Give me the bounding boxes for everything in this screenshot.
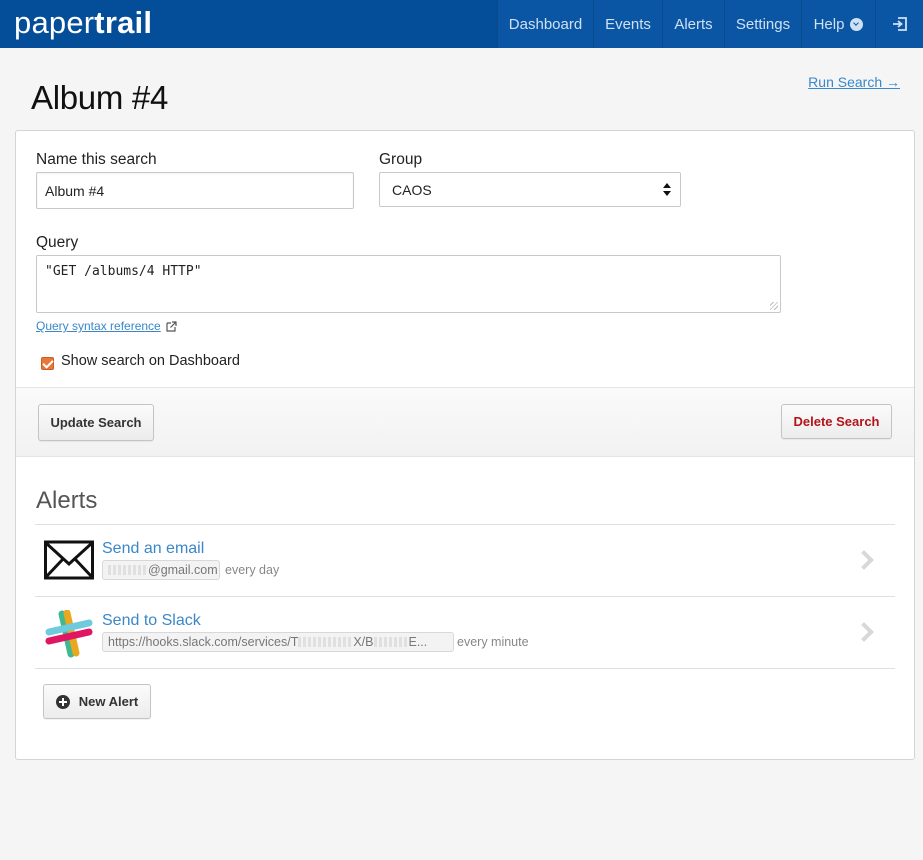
alert-email-frequency: every day [225,563,280,577]
alerts-heading: Alerts [36,487,98,514]
redacted-text [298,637,354,647]
nav-settings[interactable]: Settings [724,0,801,48]
search-name-input[interactable]: Album #4 [36,172,354,209]
logo-text-regular: paper [14,5,95,40]
nav-settings-label: Settings [735,15,791,33]
nav-events[interactable]: Events [593,0,662,48]
select-arrows-icon [662,183,672,197]
update-search-label: Update Search [50,415,142,430]
envelope-icon [44,540,94,580]
nav-alerts-label: Alerts [674,15,713,33]
slack-icon [45,610,93,658]
nav-events-label: Events [605,15,651,33]
sign-out-icon [892,17,907,31]
name-label: Name this search [36,151,157,168]
top-navbar: papertrail Dashboard Events Alerts Setti… [0,0,923,48]
query-label: Query [36,234,79,251]
nav-help[interactable]: Help [801,0,875,48]
alert-slack-title[interactable]: Send to Slack [102,612,201,630]
slack-url-suffix: E... [408,635,428,649]
nav-alerts[interactable]: Alerts [662,0,724,48]
plus-circle-icon [55,694,70,709]
form-actions-bar: Update Search Delete Search [16,387,914,457]
query-textarea[interactable]: "GET /albums/4 HTTP" [36,255,781,313]
nav-help-label: Help [813,15,845,33]
group-select-value: CAOS [392,182,432,198]
chevron-right-icon [854,550,874,570]
query-value: "GET /albums/4 HTTP" [45,264,202,279]
alert-row-email[interactable]: Send an email @gmail.com every day [35,525,895,596]
run-search-link[interactable]: Run Search → [808,74,900,90]
redacted-text [373,637,409,647]
new-alert-label: New Alert [78,694,139,709]
chevron-down-icon [850,17,864,31]
new-alert-button[interactable]: New Alert [43,684,151,719]
delete-search-button[interactable]: Delete Search [781,404,892,439]
papertrail-logo[interactable]: papertrail [14,5,152,41]
nav-dashboard[interactable]: Dashboard [497,0,593,48]
logout-button[interactable] [875,0,923,48]
slack-url-mid: X/B [353,635,374,649]
page-title: Album #4 [31,79,169,116]
search-name-value: Album #4 [45,183,105,199]
alert-email-domain: @gmail.com [148,563,218,577]
slack-url-prefix: https://hooks.slack.com/services/T [108,635,299,649]
chevron-right-icon [854,622,874,642]
nav-dashboard-label: Dashboard [508,15,583,33]
divider [35,668,895,669]
alert-email-target: @gmail.com [102,560,220,580]
redacted-text [108,565,148,575]
group-select[interactable]: CAOS [379,172,681,207]
show-on-dashboard-checkbox[interactable] [41,357,54,370]
external-link-icon [166,321,177,332]
resize-grip-icon[interactable] [770,302,778,310]
search-settings-card: Name this search Album #4 Group CAOS Que… [15,130,915,760]
update-search-button[interactable]: Update Search [38,404,154,441]
logo-text-bold: trail [94,5,153,40]
query-syntax-link[interactable]: Query syntax reference [36,319,161,333]
show-on-dashboard-label: Show search on Dashboard [61,353,240,369]
delete-search-label: Delete Search [793,414,880,429]
alert-row-slack[interactable]: Send to Slack https://hooks.slack.com/se… [35,597,895,668]
alert-slack-frequency: every minute [457,635,529,649]
alert-slack-target: https://hooks.slack.com/services/T X/B E..… [102,632,454,652]
alert-email-title[interactable]: Send an email [102,540,204,558]
group-label: Group [379,151,423,168]
